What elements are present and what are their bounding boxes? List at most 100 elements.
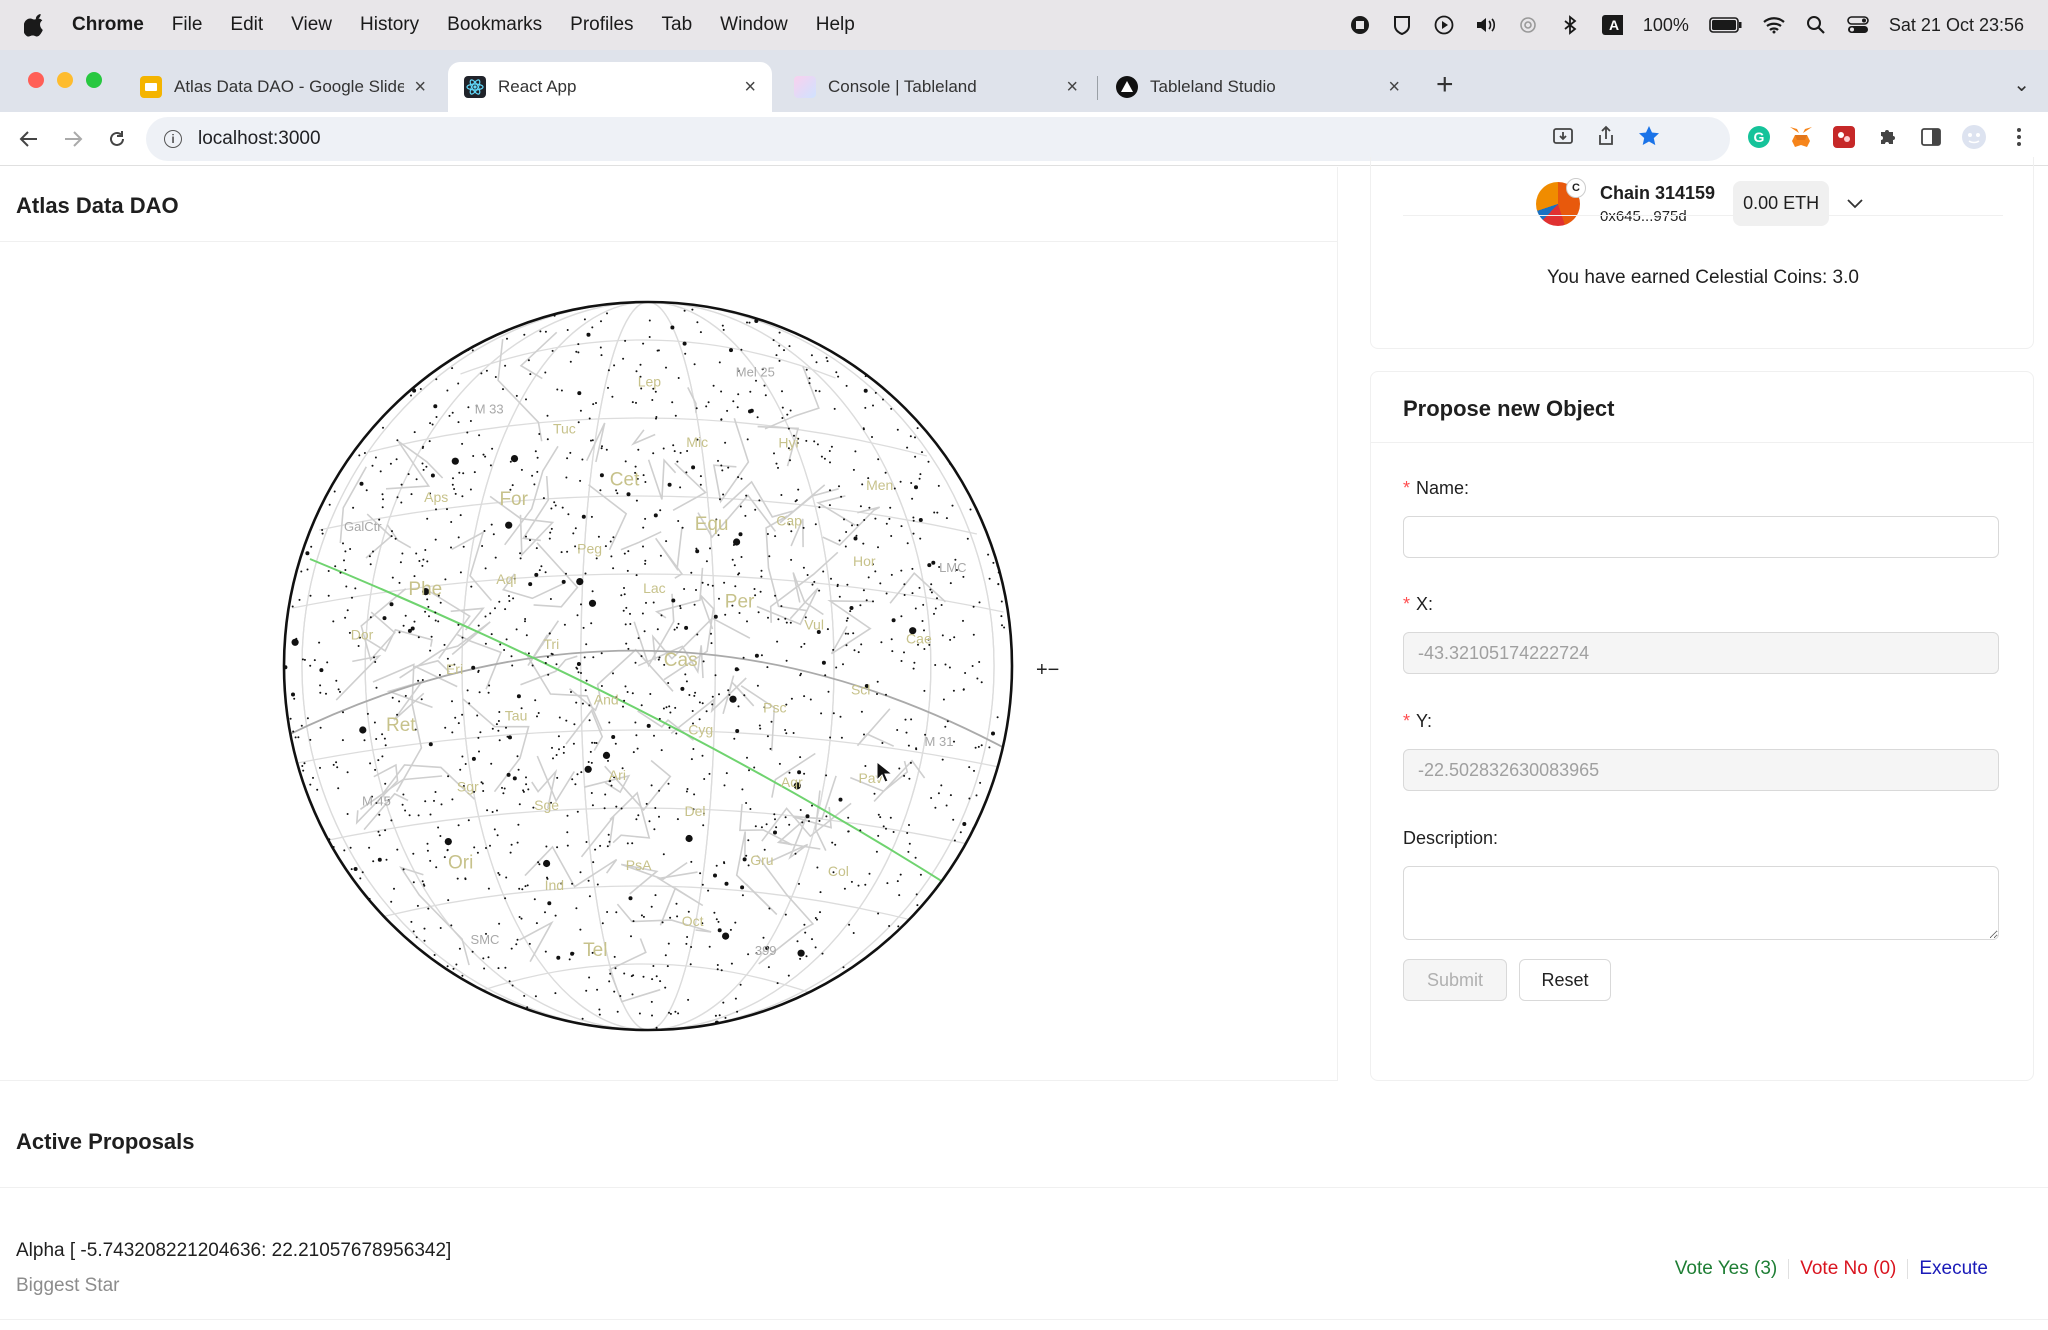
red-extension-icon[interactable] [1831,124,1857,150]
x-coordinate-input[interactable] [1403,632,1999,674]
shield-icon[interactable] [1391,14,1413,36]
tab-tableland-console[interactable]: Console | Tableland × [778,62,1094,112]
chrome-menu-kebab-icon[interactable] [2006,124,2032,150]
star [344,550,347,553]
back-arrow-icon[interactable] [8,118,50,160]
star [310,545,313,548]
menu-edit[interactable]: Edit [230,14,263,36]
zoom-window-button[interactable] [86,72,102,88]
star [781,406,784,409]
reset-button[interactable]: Reset [1519,959,1611,1001]
star [483,967,486,970]
star [626,569,629,572]
share-icon[interactable] [1596,125,1616,153]
star [373,721,376,724]
address-bar[interactable]: i localhost:3000 [146,117,1730,161]
clock[interactable]: Sat 21 Oct 23:56 [1889,15,2024,36]
star [627,550,630,553]
input-source-icon[interactable]: A [1601,14,1623,36]
star [713,911,716,914]
star [636,747,639,750]
vote-yes-link[interactable]: Vote Yes (3) [1675,1258,1777,1280]
url-text[interactable]: localhost:3000 [198,128,321,150]
star [820,712,823,715]
menu-file[interactable]: File [172,14,203,36]
menu-window[interactable]: Window [720,14,788,36]
battery-icon[interactable] [1709,14,1743,36]
close-window-button[interactable] [28,72,44,88]
star [693,363,696,366]
menu-view[interactable]: View [291,14,332,36]
star [891,618,896,623]
site-info-icon[interactable]: i [164,130,182,148]
vote-no-link[interactable]: Vote No (0) [1800,1258,1896,1280]
star [583,656,586,659]
menu-tab[interactable]: Tab [662,14,693,36]
star [682,341,687,346]
star [818,589,821,592]
star [756,684,759,687]
apple-logo-icon[interactable] [23,13,48,37]
star [635,499,638,502]
submit-button[interactable]: Submit [1403,959,1507,1001]
constellation-name: Ari [609,767,626,783]
menu-profiles[interactable]: Profiles [570,14,633,36]
minimize-window-button[interactable] [57,72,73,88]
star [623,593,626,596]
star [291,692,295,697]
bluetooth-icon[interactable] [1559,14,1581,36]
zoom-control[interactable]: +− [1036,659,1059,682]
metamask-fox-icon[interactable] [1788,124,1814,150]
name-input[interactable] [1403,516,1999,558]
profile-avatar-icon[interactable] [1961,124,1987,150]
tab-search-chevron-icon[interactable]: ⌄ [2013,72,2030,97]
record-icon[interactable] [1349,14,1371,36]
star [649,693,652,695]
play-icon[interactable] [1433,14,1455,36]
close-tab-icon[interactable]: × [1066,76,1078,99]
y-coordinate-input[interactable] [1403,749,1999,791]
description-textarea[interactable] [1403,866,1999,940]
install-app-icon[interactable] [1552,125,1574,153]
extensions-puzzle-icon[interactable] [1875,124,1901,150]
new-tab-button[interactable]: + [1436,70,1454,100]
execute-link[interactable]: Execute [1919,1258,1988,1280]
star [548,537,551,540]
bookmark-star-icon[interactable] [1638,125,1660,153]
star [742,857,747,862]
menu-app-chrome[interactable]: Chrome [72,14,144,36]
wifi-icon[interactable] [1763,14,1785,36]
form-title: Propose new Object [1403,396,1615,421]
control-center-icon[interactable] [1847,14,1869,36]
star [980,744,983,747]
spotlight-search-icon[interactable] [1805,14,1827,36]
star [588,417,591,420]
grammarly-extension-icon[interactable]: G [1746,124,1772,150]
star [909,761,912,764]
star [511,484,514,487]
forward-arrow-icon[interactable] [52,118,94,160]
airdrop-icon[interactable] [1517,14,1539,36]
star [718,693,720,696]
volume-icon[interactable] [1475,14,1497,36]
close-tab-icon[interactable]: × [1388,76,1400,99]
star [972,605,975,608]
tab-tableland-studio[interactable]: Tableland Studio × [1100,62,1416,112]
menu-history[interactable]: History [360,14,419,36]
star [458,947,461,950]
celestial-sphere-map[interactable]: Cas And Lac Cyg Tri Per Ari Peg Psc Tau Equ Del Aql V… [270,287,1030,1047]
tab-google-slides[interactable]: Atlas Data DAO - Google Slides × [124,62,442,112]
side-panel-icon[interactable] [1918,124,1944,150]
close-tab-icon[interactable]: × [744,76,756,99]
reload-icon[interactable] [96,118,138,160]
star [528,942,531,945]
close-tab-icon[interactable]: × [414,76,426,99]
tab-react-app[interactable]: React App × [448,62,772,112]
star [721,324,724,327]
star [635,818,638,821]
star [737,393,740,396]
star [652,452,655,455]
menu-bookmarks[interactable]: Bookmarks [447,14,542,36]
menu-help[interactable]: Help [816,14,855,36]
star [524,620,526,623]
